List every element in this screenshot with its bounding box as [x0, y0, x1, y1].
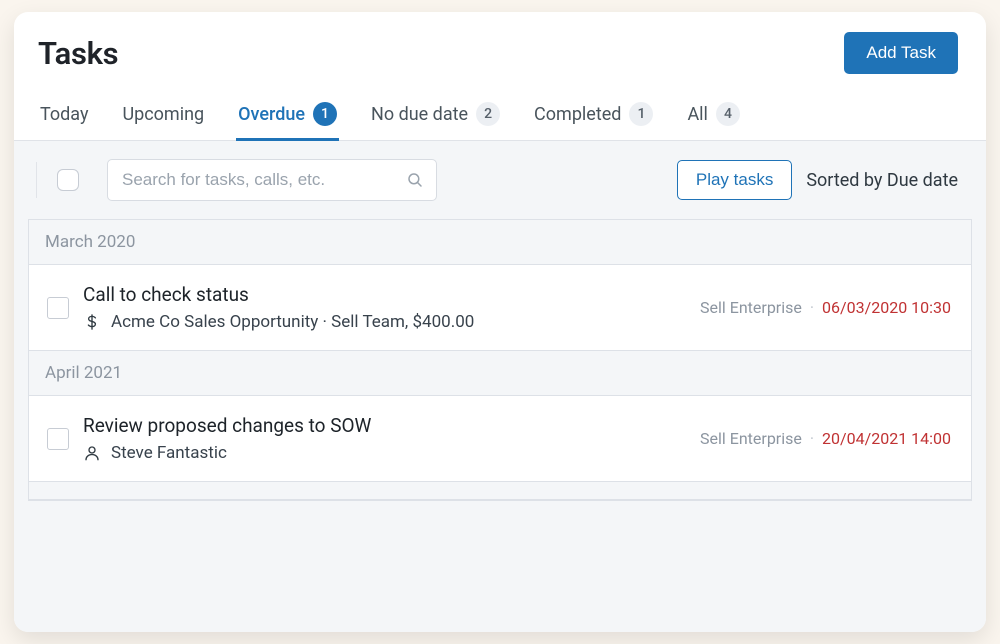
tab-label: Completed [534, 104, 621, 125]
page-title: Tasks [38, 35, 118, 72]
task-title: Call to check status [83, 283, 686, 306]
task-meta: Sell Enterprise · 06/03/2020 10:30 [700, 298, 951, 317]
task-main: Review proposed changes to SOW Steve Fan… [83, 414, 686, 463]
task-due: 20/04/2021 14:00 [822, 429, 951, 448]
tab-label: Upcoming [122, 104, 204, 125]
page-header: Tasks Add Task [14, 12, 986, 88]
task-tag: Sell Enterprise [700, 298, 802, 317]
meta-separator: · [810, 298, 814, 317]
task-row[interactable]: Review proposed changes to SOW Steve Fan… [29, 396, 971, 482]
task-meta: Sell Enterprise · 20/04/2021 14:00 [700, 429, 951, 448]
group-heading-partial [29, 482, 971, 500]
sort-label: Sorted by Due date [806, 170, 958, 191]
task-sub-text: Steve Fantastic [111, 443, 227, 463]
tab-count-badge: 2 [476, 102, 500, 126]
add-task-button[interactable]: Add Task [844, 32, 958, 74]
task-due: 06/03/2020 10:30 [822, 298, 951, 317]
tab-no-due-date[interactable]: No due date 2 [369, 96, 502, 141]
task-title: Review proposed changes to SOW [83, 414, 686, 437]
select-all-checkbox[interactable] [57, 169, 79, 191]
task-checkbox[interactable] [47, 297, 69, 319]
task-main: Call to check status Acme Co Sales Oppor… [83, 283, 686, 332]
tab-count-badge: 1 [313, 102, 337, 126]
tab-label: Overdue [238, 104, 305, 125]
dollar-icon [83, 313, 101, 331]
tab-count-badge: 4 [716, 102, 740, 126]
tab-label: Today [40, 104, 88, 125]
meta-separator: · [810, 429, 814, 448]
tab-upcoming[interactable]: Upcoming [120, 98, 206, 140]
group-heading: April 2021 [29, 351, 971, 396]
tab-count-badge: 1 [629, 102, 653, 126]
search-icon [406, 171, 424, 189]
task-checkbox[interactable] [47, 428, 69, 450]
tabs: Today Upcoming Overdue 1 No due date 2 C… [14, 88, 986, 141]
person-icon [83, 444, 101, 462]
toolbar: Play tasks Sorted by Due date [14, 141, 986, 219]
task-sub: Acme Co Sales Opportunity · Sell Team, $… [83, 312, 686, 332]
task-sub: Steve Fantastic [83, 443, 686, 463]
tasks-list: March 2020 Call to check status Acme Co … [28, 219, 972, 501]
tab-completed[interactable]: Completed 1 [532, 96, 655, 141]
task-sub-text: Acme Co Sales Opportunity · Sell Team, $… [111, 312, 474, 332]
task-row[interactable]: Call to check status Acme Co Sales Oppor… [29, 265, 971, 351]
tab-overdue[interactable]: Overdue 1 [236, 96, 339, 141]
tab-label: All [687, 104, 708, 125]
divider [36, 162, 37, 198]
tab-today[interactable]: Today [38, 98, 90, 140]
tasks-page: Tasks Add Task Today Upcoming Overdue 1 … [14, 12, 986, 632]
tab-label: No due date [371, 104, 468, 125]
task-tag: Sell Enterprise [700, 429, 802, 448]
tab-all[interactable]: All 4 [685, 96, 742, 141]
content-area: Play tasks Sorted by Due date March 2020… [14, 141, 986, 632]
group-heading: March 2020 [29, 220, 971, 265]
play-tasks-button[interactable]: Play tasks [677, 160, 792, 200]
search-field[interactable] [107, 159, 437, 201]
search-input[interactable] [122, 170, 406, 190]
